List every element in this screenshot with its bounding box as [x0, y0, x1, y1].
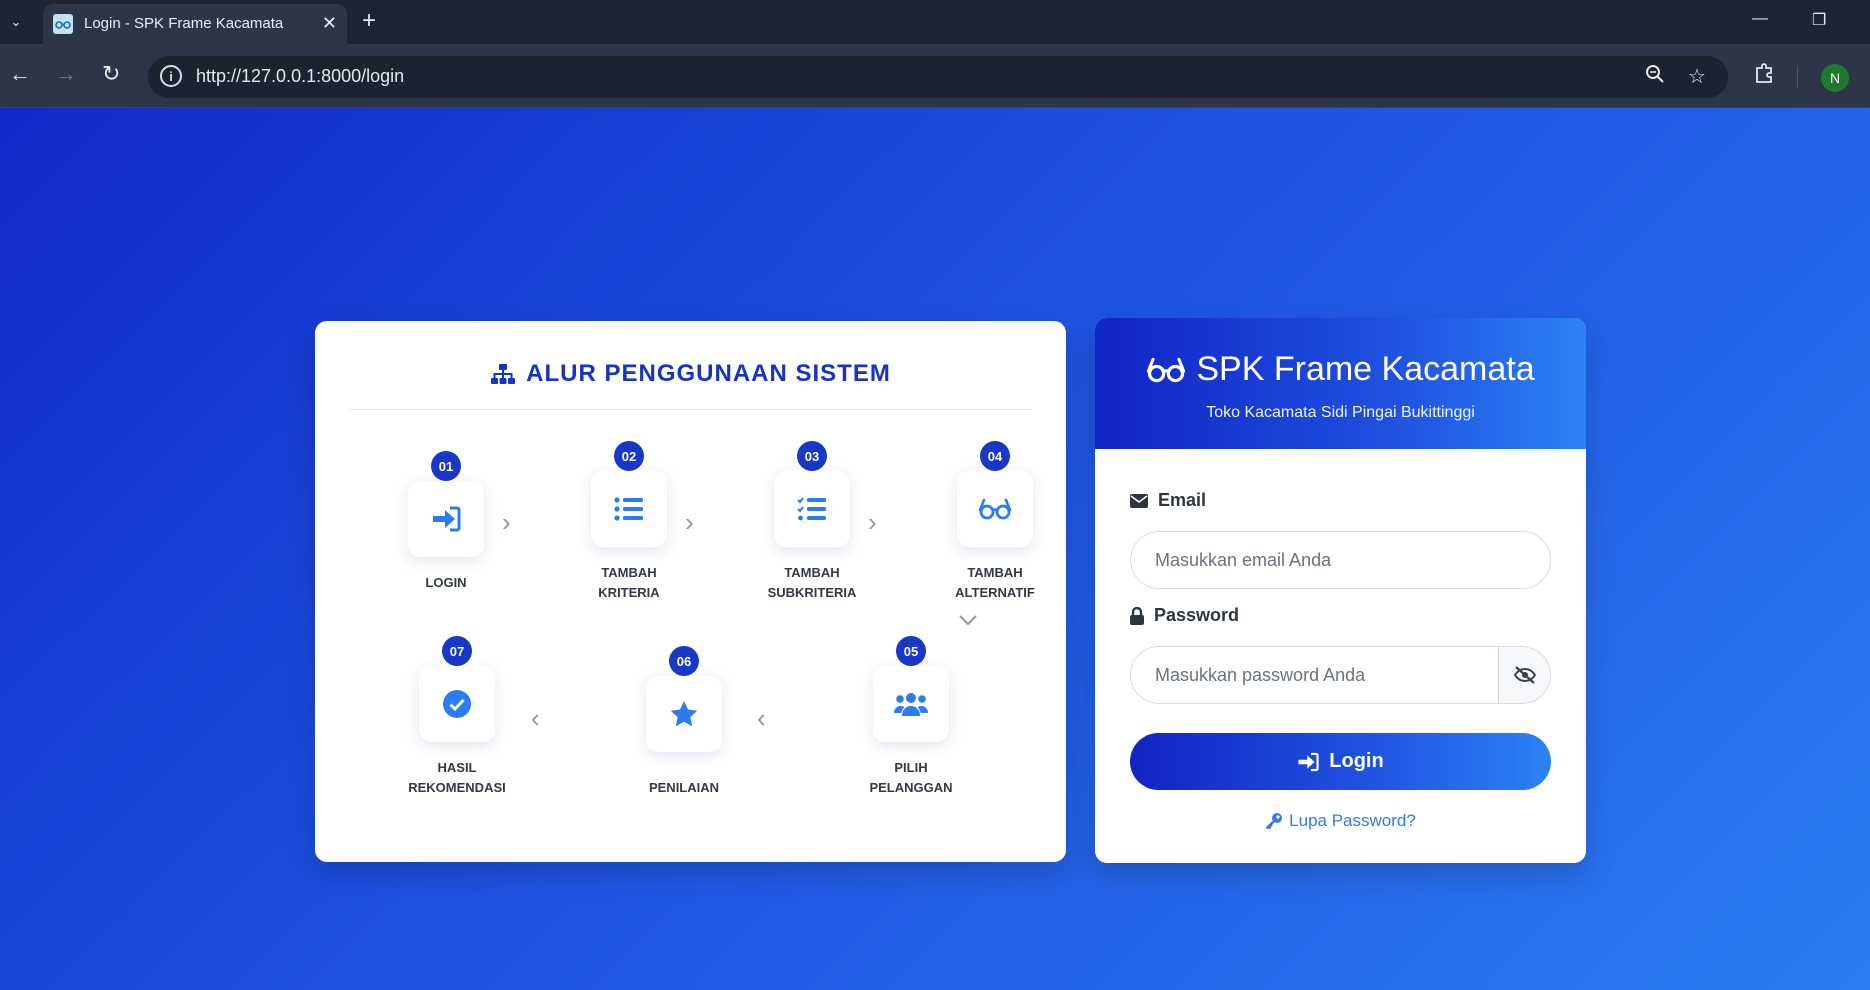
password-label-text: Password	[1154, 605, 1240, 625]
browser-toolbar: ← → ↻ i http://127.0.0.1:8000/login ☆ N	[0, 44, 1870, 108]
tab-title: Login - SPK Frame Kacamata	[84, 15, 284, 32]
flow-divider	[350, 409, 1031, 410]
users-icon	[873, 666, 949, 742]
password-label: Password	[1130, 605, 1239, 626]
envelope-icon	[1130, 493, 1148, 508]
step-number-badge: 07	[442, 636, 472, 666]
reload-icon[interactable]: ↻	[102, 62, 120, 86]
forgot-password-text[interactable]: Lupa Password?	[1289, 811, 1416, 831]
sign-in-icon	[1298, 752, 1319, 771]
page-background: ALUR PENGGUNAAN SISTEM 01 LOGIN › 02 TAM…	[0, 108, 1870, 990]
address-bar[interactable]: i http://127.0.0.1:8000/login ☆	[148, 56, 1728, 98]
step-label: TAMBAH	[601, 565, 657, 580]
step-label: HASIL	[437, 760, 477, 775]
flow-card: ALUR PENGGUNAAN SISTEM 01 LOGIN › 02 TAM…	[315, 321, 1066, 862]
login-header: SPK Frame Kacamata Toko Kacamata Sidi Pi…	[1095, 318, 1586, 449]
flow-title-text: ALUR PENGGUNAAN SISTEM	[526, 360, 891, 387]
check-circle-icon	[419, 666, 495, 742]
minimize-icon[interactable]: —	[1752, 10, 1768, 28]
email-input[interactable]	[1130, 531, 1551, 589]
forgot-password-link[interactable]: Lupa Password?	[1095, 811, 1586, 831]
forward-icon[interactable]: →	[55, 62, 77, 86]
step-label: SUBKRITERIA	[767, 585, 857, 600]
login-card: SPK Frame Kacamata Toko Kacamata Sidi Pi…	[1095, 318, 1586, 863]
glasses-icon	[1147, 357, 1186, 382]
sign-in-icon	[408, 481, 484, 557]
brand-title: SPK Frame Kacamata	[1095, 350, 1586, 389]
lock-icon	[1130, 606, 1144, 625]
star-icon	[646, 676, 722, 752]
flow-title: ALUR PENGGUNAAN SISTEM	[315, 360, 1066, 388]
back-icon[interactable]: ←	[9, 62, 31, 86]
profile-avatar[interactable]: N	[1821, 64, 1849, 92]
login-button-label: Login	[1329, 750, 1384, 772]
glasses-icon	[957, 471, 1033, 547]
extensions-icon[interactable]	[1753, 62, 1775, 90]
key-icon	[1265, 813, 1283, 830]
chevron-left-icon: ‹	[757, 703, 766, 733]
chevron-right-icon: ›	[502, 507, 511, 537]
email-label: Email	[1130, 490, 1206, 511]
site-info-icon[interactable]: i	[160, 65, 182, 87]
chevron-left-icon: ‹	[531, 703, 540, 733]
step-label: TAMBAH	[967, 565, 1023, 580]
login-button[interactable]: Login	[1130, 733, 1551, 790]
browser-tab-bar: ⌄ Login - SPK Frame Kacamata ✕ + — ❐	[0, 0, 1870, 44]
list-icon	[591, 471, 667, 547]
email-label-text: Email	[1158, 490, 1207, 510]
restore-icon[interactable]: ❐	[1812, 10, 1826, 30]
eye-slash-icon	[1513, 666, 1536, 684]
step-label: PILIH	[894, 760, 928, 775]
step-label: PENILAIAN	[648, 780, 720, 795]
list-check-icon	[774, 471, 850, 547]
toolbar-divider	[1797, 66, 1798, 88]
step-number-badge: 04	[980, 441, 1010, 471]
chevron-right-icon: ›	[868, 507, 877, 537]
step-label: TAMBAH	[784, 565, 840, 580]
step-number-badge: 06	[669, 646, 699, 676]
chevron-down-icon	[957, 603, 979, 634]
new-tab-icon[interactable]: +	[362, 8, 376, 34]
step-number-badge: 01	[431, 451, 461, 481]
step-label: REKOMENDASI	[408, 780, 506, 795]
chevron-right-icon: ›	[685, 507, 694, 537]
step-number-badge: 03	[797, 441, 827, 471]
brand-subtitle: Toko Kacamata Sidi Pingai Bukittinggi	[1206, 404, 1475, 421]
sitemap-icon	[491, 364, 516, 384]
tab-close-icon[interactable]: ✕	[322, 12, 337, 34]
browser-tab[interactable]: Login - SPK Frame Kacamata ✕	[43, 4, 347, 44]
zoom-icon[interactable]	[1645, 64, 1665, 90]
brand-text: SPK Frame Kacamata	[1196, 350, 1535, 388]
glasses-favicon-icon	[53, 14, 73, 34]
step-label: PELANGGAN	[869, 780, 953, 795]
url-text[interactable]: http://127.0.0.1:8000/login	[196, 66, 404, 87]
step-label: KRITERIA	[598, 585, 660, 600]
step-label: LOGIN	[425, 575, 467, 590]
step-number-badge: 02	[614, 441, 644, 471]
toggle-password-button[interactable]	[1498, 646, 1551, 704]
tab-search-chevron-icon[interactable]: ⌄	[0, 0, 32, 44]
bookmark-star-icon[interactable]: ☆	[1688, 64, 1706, 89]
step-label: ALTERNATIF	[955, 585, 1035, 600]
password-input[interactable]	[1130, 646, 1499, 704]
step-number-badge: 05	[896, 636, 926, 666]
